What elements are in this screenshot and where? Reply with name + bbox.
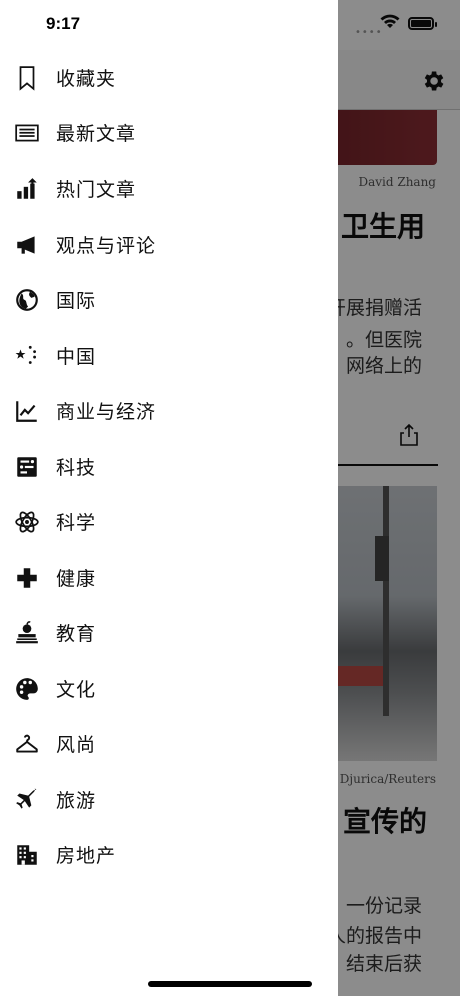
navigation-drawer: 9:17 收藏夹 最新文章 热门文章 观点与评论 国际 中国 商业与经济 科技 … [0, 0, 338, 996]
medical-cross-icon [12, 563, 42, 593]
menu-item-label: 收藏夹 [56, 68, 117, 90]
menu-item-label: 观点与评论 [56, 235, 157, 257]
menu-item-label: 中国 [56, 346, 97, 368]
menu-item-label: 风尚 [56, 734, 97, 756]
menu-item-label: 旅游 [56, 790, 97, 812]
menu-item-travel[interactable]: 旅游 [0, 772, 338, 827]
books-apple-icon [12, 618, 42, 648]
menu-item-favorites[interactable]: 收藏夹 [0, 50, 338, 105]
airplane-icon [12, 785, 42, 815]
menu-item-label: 热门文章 [56, 179, 137, 201]
building-icon [12, 840, 42, 870]
atom-icon [12, 507, 42, 537]
menu-item-education[interactable]: 教育 [0, 605, 338, 660]
menu-item-label: 国际 [56, 290, 97, 312]
line-chart-icon [12, 396, 42, 426]
menu-item-label: 最新文章 [56, 123, 137, 145]
stars-icon [12, 341, 42, 371]
menu-item-culture[interactable]: 文化 [0, 661, 338, 716]
menu-item-label: 科学 [56, 512, 97, 534]
circuit-icon [12, 452, 42, 482]
menu-item-china[interactable]: 中国 [0, 328, 338, 383]
menu-item-business[interactable]: 商业与经济 [0, 383, 338, 438]
menu-item-popular[interactable]: 热门文章 [0, 161, 338, 216]
newspaper-icon [12, 118, 42, 148]
menu-item-latest[interactable]: 最新文章 [0, 105, 338, 160]
trending-chart-icon [12, 174, 42, 204]
menu-item-label: 教育 [56, 623, 97, 645]
menu-item-international[interactable]: 国际 [0, 272, 338, 327]
hanger-icon [12, 729, 42, 759]
home-indicator[interactable] [148, 981, 312, 987]
menu-item-opinion[interactable]: 观点与评论 [0, 217, 338, 272]
menu-item-label: 健康 [56, 568, 97, 590]
menu-item-label: 商业与经济 [56, 401, 157, 423]
menu-item-health[interactable]: 健康 [0, 550, 338, 605]
menu-item-tech[interactable]: 科技 [0, 439, 338, 494]
status-time: 9:17 [46, 14, 81, 33]
bookmark-icon [12, 63, 42, 93]
menu-item-science[interactable]: 科学 [0, 494, 338, 549]
menu-item-real-estate[interactable]: 房地产 [0, 827, 338, 882]
menu-item-label: 房地产 [56, 845, 117, 867]
menu-item-fashion[interactable]: 风尚 [0, 716, 338, 771]
megaphone-icon [12, 230, 42, 260]
globe-icon [12, 285, 42, 315]
menu-item-label: 科技 [56, 457, 97, 479]
menu-item-label: 文化 [56, 679, 97, 701]
palette-icon [12, 674, 42, 704]
